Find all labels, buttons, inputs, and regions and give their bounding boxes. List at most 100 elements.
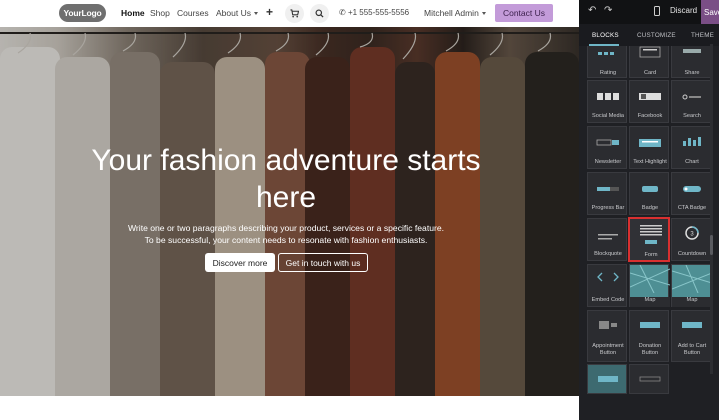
next-section xyxy=(0,396,579,420)
block-card[interactable]: Card xyxy=(629,46,669,78)
tab-theme[interactable]: THEME xyxy=(691,32,714,39)
redo-icon[interactable]: ↷ xyxy=(604,5,612,16)
block-facebook[interactable]: Facebook xyxy=(629,80,669,123)
block-text-highlight[interactable]: Text Highlight xyxy=(629,126,669,169)
block-partial[interactable] xyxy=(629,364,669,394)
add-to-cart-thumbnail xyxy=(682,322,702,328)
block-map-1[interactable]: Map xyxy=(629,264,670,307)
block-map-2[interactable]: Map xyxy=(671,264,712,307)
tab-customize[interactable]: CUSTOMIZE xyxy=(637,32,676,39)
site-logo[interactable]: YourLogo xyxy=(59,4,106,22)
text-highlight-thumbnail xyxy=(639,139,661,147)
blocks-grid: Rating Card Share Social Media Facebook xyxy=(587,46,713,420)
block-label: Add to Cart Button xyxy=(677,343,707,356)
block-label: Progress Bar xyxy=(591,205,625,211)
form-thumbnail xyxy=(640,225,662,236)
search-button[interactable] xyxy=(310,4,329,23)
block-share[interactable]: Share xyxy=(671,46,711,78)
block-search[interactable]: Search xyxy=(671,80,711,123)
block-thumbnail xyxy=(598,376,618,382)
block-label: Badge xyxy=(641,205,659,211)
block-label: Share xyxy=(684,70,700,76)
block-label: CTA Badge xyxy=(677,205,707,211)
hero-description: Write one or two paragraphs describing y… xyxy=(90,222,482,246)
discard-button[interactable]: Discard xyxy=(670,6,697,15)
blocks-scrollbar[interactable] xyxy=(710,44,713,374)
block-label: Blockquote xyxy=(594,251,622,257)
block-chart[interactable]: Chart xyxy=(671,126,711,169)
block-partial[interactable] xyxy=(587,364,627,394)
block-progress-bar[interactable]: Progress Bar xyxy=(587,172,627,215)
chevron-down-icon xyxy=(481,12,486,16)
nav-link-courses[interactable]: Courses xyxy=(177,8,209,18)
cart-icon xyxy=(290,9,299,18)
block-label: Card xyxy=(643,70,657,76)
form-submit-thumbnail xyxy=(645,240,657,244)
block-social-media[interactable]: Social Media xyxy=(587,80,627,123)
block-label: Newsletter xyxy=(594,159,622,165)
nav-link-shop[interactable]: Shop xyxy=(150,8,170,18)
map-thumbnail xyxy=(630,265,670,293)
discover-more-button[interactable]: Discover more xyxy=(205,253,275,272)
card-thumbnail xyxy=(639,46,661,58)
chevron-down-icon xyxy=(253,12,258,16)
search-icon xyxy=(315,9,324,18)
social-media-thumbnail xyxy=(597,93,619,100)
block-thumbnail xyxy=(639,376,661,382)
undo-icon[interactable]: ↶ xyxy=(588,5,596,16)
block-label: Donation Button xyxy=(638,343,662,356)
plus-icon[interactable]: + xyxy=(266,5,273,19)
hero-title: Your fashion adventure starts here xyxy=(91,144,481,214)
block-label: Embed Code xyxy=(591,297,625,303)
hero-text-line: To be successful, your content needs to … xyxy=(144,235,428,245)
countdown-thumbnail: 3 xyxy=(685,226,699,240)
contact-us-button[interactable]: Contact Us xyxy=(495,4,553,22)
block-badge[interactable]: Badge xyxy=(629,172,669,215)
phone-icon: ✆ xyxy=(339,8,348,17)
share-thumbnail xyxy=(683,49,701,53)
block-blockquote[interactable]: Blockquote xyxy=(587,218,627,261)
donation-thumbnail xyxy=(640,322,660,328)
block-form[interactable]: Form xyxy=(628,217,670,262)
map-thumbnail xyxy=(672,265,712,293)
hero-section: Your fashion adventure starts here Write… xyxy=(0,27,579,396)
search-block-thumbnail xyxy=(682,94,701,100)
blocks-scrollbar-thumb[interactable] xyxy=(710,235,713,255)
block-label: Rating xyxy=(599,70,617,76)
user-name: Mitchell Admin xyxy=(424,8,479,18)
nav-link-home[interactable]: Home xyxy=(121,8,145,18)
block-label: Map xyxy=(630,297,670,307)
block-add-to-cart-button[interactable]: Add to Cart Button xyxy=(671,310,711,362)
block-countdown[interactable]: 3 Countdown xyxy=(671,218,711,261)
block-label: Chart xyxy=(685,159,699,165)
editor-toolbar: ↶ ↷ Discard Save xyxy=(579,0,719,24)
user-menu[interactable]: Mitchell Admin xyxy=(424,8,486,18)
phone-link[interactable]: ✆ +1 555-555-5556 xyxy=(339,8,409,17)
block-cta-badge[interactable]: CTA Badge xyxy=(671,172,711,215)
block-embed-code[interactable]: Embed Code xyxy=(587,264,627,307)
appointment-thumbnail xyxy=(599,321,617,329)
block-label: Text Highlight xyxy=(633,159,667,165)
tab-blocks[interactable]: BLOCKS xyxy=(592,32,619,39)
nav-about-label: About Us xyxy=(216,8,251,18)
cart-button[interactable] xyxy=(285,4,304,23)
block-appointment-button[interactable]: Appointment Button xyxy=(587,310,627,362)
cta-badge-thumbnail xyxy=(683,186,701,192)
block-donation-button[interactable]: Donation Button xyxy=(629,310,669,362)
svg-text:3: 3 xyxy=(690,232,694,238)
app-window: YourLogo Home Shop Courses About Us + ✆ … xyxy=(0,0,719,420)
block-newsletter[interactable]: Newsletter xyxy=(587,126,627,169)
block-label: Map xyxy=(672,297,712,307)
block-label: Search xyxy=(683,113,701,119)
facebook-thumbnail xyxy=(639,93,661,100)
newsletter-thumbnail xyxy=(596,139,619,146)
website-preview: YourLogo Home Shop Courses About Us + ✆ … xyxy=(0,0,579,420)
block-rating[interactable]: Rating xyxy=(587,46,627,78)
save-button[interactable]: Save xyxy=(701,0,719,24)
nav-link-about[interactable]: About Us xyxy=(216,8,258,18)
blockquote-thumbnail xyxy=(598,234,618,240)
phone-number: +1 555-555-5556 xyxy=(347,8,410,17)
mobile-icon[interactable] xyxy=(654,6,660,16)
block-label: Facebook xyxy=(637,113,663,119)
get-in-touch-button[interactable]: Get in touch with us xyxy=(278,253,368,272)
